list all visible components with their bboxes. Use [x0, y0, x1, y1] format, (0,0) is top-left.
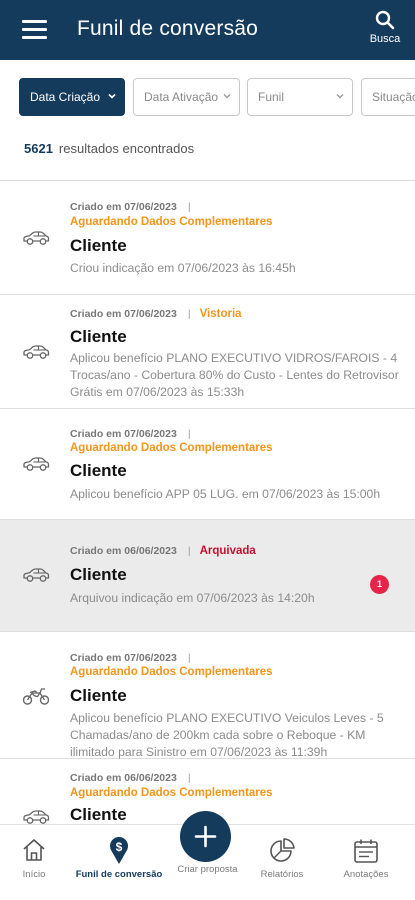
created-date: Criado em 06/06/2023 | Arquivada: [70, 545, 256, 557]
created-date: Criado em 07/06/2023 |: [70, 652, 191, 664]
plus-icon: [194, 825, 217, 848]
meta-separator: |: [187, 308, 191, 320]
nav-relatorios[interactable]: Relatórios: [250, 825, 314, 900]
svg-text:$: $: [116, 840, 123, 854]
notes-icon: [354, 839, 378, 863]
list-item[interactable]: Criado em 07/06/2023 | Aguardando Dados C…: [0, 409, 415, 520]
search-icon: [375, 10, 395, 30]
nav-funil[interactable]: $ Funil de conversão: [74, 825, 164, 900]
search-button[interactable]: Busca: [365, 10, 405, 52]
proposal-list: Criado em 07/06/2023 | Aguardando Dados C…: [0, 181, 415, 824]
status-label: Aguardando Dados Complementares: [70, 666, 273, 678]
filter-data-criacao[interactable]: Data Criação: [19, 78, 125, 116]
client-name: Cliente: [70, 805, 127, 824]
created-date: Criado em 06/06/2023 |: [70, 772, 191, 784]
item-description: Aplicou benefício APP 05 LUG. em 07/06/2…: [70, 487, 381, 501]
create-proposal-label[interactable]: Criar proposta: [170, 864, 245, 875]
app-screen: Funil de conversão Busca Data Criação Da…: [0, 0, 415, 900]
filter-label: Situação: [372, 90, 415, 104]
filter-bar: Data Criação Data Ativação Funil Situaçã…: [0, 60, 415, 132]
nav-label: Funil de conversão: [75, 869, 163, 880]
item-description: Aplicou benefício PLANO EXECUTIVO VIDROS…: [70, 351, 399, 399]
car-icon: [23, 568, 50, 582]
created-date: Criado em 07/06/2023 |: [70, 428, 191, 440]
funnel-location-icon: $: [110, 837, 128, 864]
chevron-down-icon: [223, 94, 231, 99]
nav-label: Início: [22, 869, 46, 880]
car-icon: [23, 457, 50, 471]
status-label: Aguardando Dados Complementares: [70, 787, 273, 799]
list-item[interactable]: Criado em 07/06/2023 | Aguardando Dados C…: [0, 632, 415, 759]
meta-separator: |: [187, 652, 191, 664]
results-count: 5621: [24, 141, 53, 156]
menu-button[interactable]: [20, 17, 48, 41]
car-icon: [23, 810, 50, 824]
status-label: Arquivada: [199, 545, 256, 557]
client-name: Cliente: [70, 461, 127, 480]
meta-separator: |: [187, 772, 191, 784]
results-label: resultados encontrados: [58, 141, 195, 156]
filter-label: Funil: [258, 90, 285, 104]
search-label: Busca: [369, 33, 401, 45]
app-header: Funil de conversão Busca: [0, 0, 415, 60]
home-icon: [23, 839, 45, 861]
car-icon: [23, 231, 50, 245]
meta-separator: |: [187, 545, 191, 557]
status-label: Aguardando Dados Complementares: [70, 442, 273, 454]
meta-separator: |: [187, 201, 191, 213]
item-description: Arquivou indicação em 07/06/2023 às 14:2…: [70, 591, 315, 605]
created-date: Criado em 07/06/2023 | Vistoria: [70, 308, 242, 320]
nav-label: Relatórios: [260, 869, 304, 880]
created-date: Criado em 07/06/2023 |: [70, 201, 191, 213]
item-description: Criou indicação em 07/06/2023 às 16:45h: [70, 261, 296, 275]
chevron-down-icon: [108, 93, 116, 99]
item-description: Aplicou benefício PLANO EXECUTIVO Veicul…: [70, 711, 384, 759]
status-label: Aguardando Dados Complementares: [70, 216, 273, 228]
pie-chart-icon: [270, 838, 295, 862]
meta-separator: |: [187, 428, 191, 440]
client-name: Cliente: [70, 565, 127, 584]
filter-funil[interactable]: Funil: [247, 78, 353, 116]
list-item[interactable]: Criado em 07/06/2023 | Aguardando Dados C…: [0, 181, 415, 295]
chevron-down-icon: [336, 94, 344, 99]
nav-inicio[interactable]: Início: [4, 825, 64, 900]
motorcycle-icon: [22, 688, 50, 705]
results-summary: 5621 resultados encontrados: [24, 141, 194, 156]
client-name: Cliente: [70, 327, 127, 346]
car-icon: [23, 345, 50, 359]
list-item[interactable]: Criado em 06/06/2023 | Arquivada Cliente A…: [0, 520, 415, 632]
filter-label: Data Criação: [30, 90, 101, 104]
page-title: Funil de conversão: [77, 17, 259, 40]
client-name: Cliente: [70, 236, 127, 255]
client-name: Cliente: [70, 686, 127, 705]
notification-badge: 1: [370, 575, 389, 594]
filter-data-ativacao[interactable]: Data Ativação: [133, 78, 240, 116]
filter-situacao[interactable]: Situação: [361, 78, 415, 116]
nav-anotacoes[interactable]: Anotações: [334, 825, 398, 900]
create-proposal-button[interactable]: [180, 811, 231, 862]
nav-label: Anotações: [343, 869, 389, 880]
status-label: Vistoria: [199, 308, 242, 320]
filter-label: Data Ativação: [144, 90, 219, 104]
list-item[interactable]: Criado em 07/06/2023 | Vistoria Cliente Ap…: [0, 295, 415, 409]
